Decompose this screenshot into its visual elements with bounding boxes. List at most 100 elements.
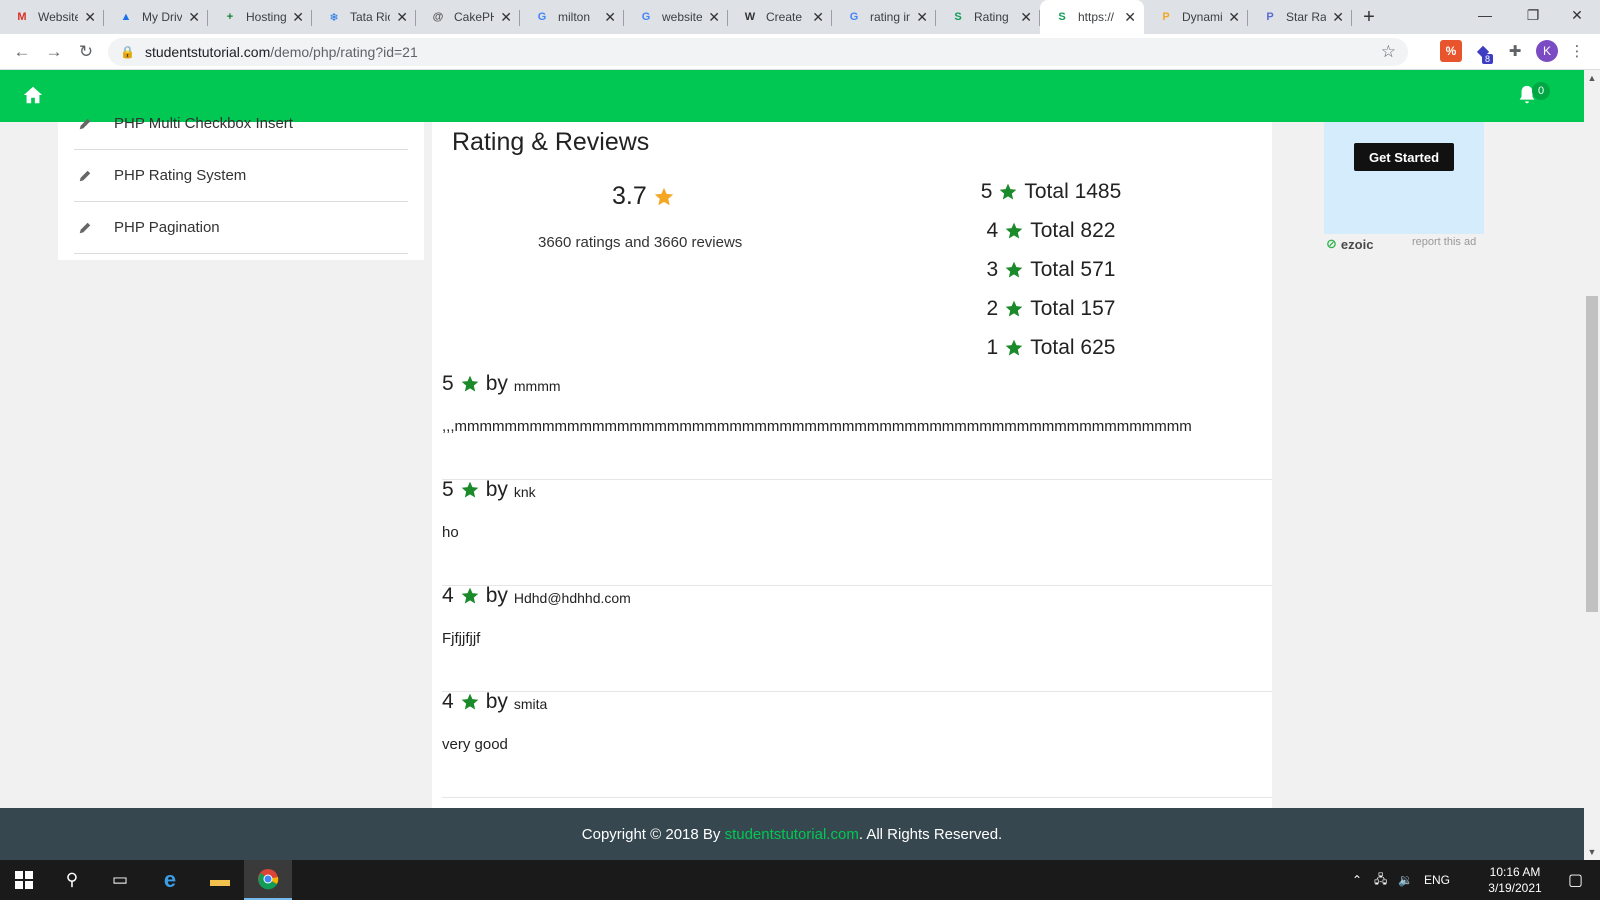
language-indicator[interactable]: ENG — [1424, 860, 1450, 900]
google-icon: G — [641, 11, 651, 23]
browser-menu-icon[interactable]: ⋮ — [1566, 40, 1588, 62]
p-icon: P — [1162, 11, 1170, 23]
report-ad-link[interactable]: report this ad — [1412, 236, 1476, 248]
breakdown-row: 5 Total 1485 — [432, 174, 1272, 210]
url-domain: studentstutorial.com — [144, 44, 271, 60]
browser-tab[interactable]: @ CakePHP ✕ — [416, 0, 520, 34]
browser-tab[interactable]: Shttps:// ✕ — [1040, 0, 1144, 34]
tab-close-icon[interactable]: ✕ — [916, 9, 928, 26]
review-item: 4 by smita very good — [442, 690, 1272, 798]
tab-separator — [1351, 10, 1352, 26]
tab-close-icon[interactable]: ✕ — [812, 9, 824, 26]
star-icon — [461, 481, 479, 498]
browser-tab[interactable]: M Website ✕ — [0, 0, 104, 34]
footer-brand-link[interactable]: studentstutorial.com — [725, 826, 859, 843]
tab-close-icon[interactable]: ✕ — [188, 9, 200, 26]
scroll-up-arrow[interactable]: ▲ — [1584, 70, 1600, 86]
tray-chevron-icon[interactable]: ⌃ — [1352, 860, 1362, 900]
browser-tab[interactable]: P Dynamic ✕ — [1144, 0, 1248, 34]
puzzle-extensions-icon[interactable]: ✚ — [1504, 40, 1526, 62]
browser-tab[interactable]: + Hosting ✕ — [208, 0, 312, 34]
clock-date: 3/19/2021 — [1488, 881, 1542, 895]
tab-close-icon[interactable]: ✕ — [1020, 9, 1032, 26]
browser-tab[interactable]: ❄ Tata Rio ✕ — [312, 0, 416, 34]
tab-title: Star Rat — [1286, 10, 1327, 24]
footer-suffix: . All Rights Reserved. — [858, 825, 1003, 843]
at-icon: @ — [432, 11, 444, 23]
scroll-thumb[interactable] — [1586, 296, 1598, 612]
breakdown-stars: 5 — [980, 180, 993, 203]
sheets-icon: + — [226, 11, 234, 23]
s-icon: S — [954, 11, 962, 23]
minimize-button[interactable]: — — [1462, 0, 1508, 30]
sidebar-item-pagination[interactable]: PHP Pagination — [74, 202, 408, 254]
review-item: 4 by Hdhd@hdhhd.com Fjfjjfjjf — [442, 584, 1272, 692]
internet-explorer-icon[interactable]: e — [146, 860, 194, 900]
sidebar-item-label: PHP Pagination — [114, 219, 220, 236]
browser-tab[interactable]: ▲ My Drive ✕ — [104, 0, 208, 34]
forward-button[interactable]: → — [38, 36, 70, 68]
s-icon: S — [1058, 11, 1066, 23]
review-text: very good — [442, 736, 508, 753]
gmail-icon: M — [17, 11, 27, 23]
tab-title: Dynamic — [1182, 10, 1223, 24]
file-explorer-icon[interactable]: ▬ — [196, 860, 244, 900]
extension-icon[interactable]: % — [1440, 40, 1462, 62]
new-tab-button[interactable]: + — [1352, 0, 1386, 34]
pencil-icon — [79, 118, 91, 129]
close-window-button[interactable]: ✕ — [1554, 0, 1600, 30]
action-center-icon[interactable]: ▢ — [1568, 860, 1583, 900]
page-title: Rating & Reviews — [452, 128, 650, 156]
clock-time: 10:16 AM — [1489, 865, 1541, 879]
sidebar-item-rating-system[interactable]: PHP Rating System — [74, 150, 408, 202]
restore-button[interactable]: ❐ — [1510, 0, 1556, 30]
tab-title: Tata Rio — [350, 10, 391, 24]
tab-close-icon[interactable]: ✕ — [604, 9, 616, 26]
address-bar[interactable]: 🔒 studentstutorial.com/demo/php/rating?i… — [108, 38, 1408, 66]
review-text: Fjfjjfjjf — [442, 630, 481, 647]
browser-tab[interactable]: S Rating ✕ — [936, 0, 1040, 34]
star-icon — [461, 693, 479, 710]
review-author: Hdhd@hdhhd.com — [513, 590, 631, 606]
search-icon[interactable]: ⚲ — [48, 860, 96, 900]
advertisement: Get Started — [1324, 122, 1484, 234]
rating-panel: Rating & Reviews 3.7 3660 ratings and 36… — [432, 122, 1272, 808]
tab-title: Create — [766, 10, 803, 24]
tab-close-icon[interactable]: ✕ — [1332, 9, 1344, 26]
breakdown-total: Total 822 — [1030, 219, 1116, 242]
tab-close-icon[interactable]: ✕ — [708, 9, 720, 26]
breakdown-stars: 3 — [986, 258, 999, 281]
windows-start-icon[interactable] — [0, 860, 48, 900]
tab-close-icon[interactable]: ✕ — [1228, 9, 1240, 26]
taskbar-clock[interactable]: 10:16 AM 3/19/2021 — [1478, 864, 1552, 896]
ezoic-logo[interactable]: ⊘ ezoic — [1326, 236, 1373, 252]
browser-tab[interactable]: Gwebsite ✕ — [624, 0, 728, 34]
tab-close-icon[interactable]: ✕ — [1124, 9, 1136, 26]
browser-tab[interactable]: P Star Rat ✕ — [1248, 0, 1352, 34]
back-button[interactable]: ← — [6, 36, 38, 68]
breakdown-stars: 1 — [986, 336, 999, 359]
tab-close-icon[interactable]: ✕ — [500, 9, 512, 26]
tab-close-icon[interactable]: ✕ — [292, 9, 304, 26]
task-view-icon[interactable]: ▭ — [96, 860, 144, 900]
breakdown-row: 4 Total 822 — [432, 213, 1272, 249]
sidebar-item-multi-checkbox[interactable]: PHP Multi Checkbox Insert — [74, 98, 408, 150]
tab-close-icon[interactable]: ✕ — [84, 9, 96, 26]
reload-button[interactable]: ↻ — [70, 36, 102, 68]
volume-icon[interactable]: 🔉 — [1398, 860, 1413, 900]
get-started-button[interactable]: Get Started — [1354, 143, 1454, 171]
star-icon — [1005, 339, 1023, 356]
browser-tab[interactable]: W Create ✕ — [728, 0, 832, 34]
tab-close-icon[interactable]: ✕ — [396, 9, 408, 26]
chrome-taskbar-icon[interactable] — [244, 860, 292, 900]
scroll-down-arrow[interactable]: ▼ — [1584, 844, 1600, 860]
browser-tab[interactable]: Gmilton ✕ — [520, 0, 624, 34]
review-by-label: by — [485, 372, 508, 395]
network-icon[interactable]: 🖧 — [1374, 860, 1387, 900]
profile-avatar[interactable]: K — [1536, 40, 1558, 62]
star-icon — [1005, 300, 1023, 317]
home-icon[interactable] — [22, 84, 44, 106]
browser-tab[interactable]: Grating in ✕ — [832, 0, 936, 34]
bookmark-star-icon[interactable]: ☆ — [1381, 42, 1396, 62]
page-scrollbar[interactable]: ▲ ▼ — [1584, 70, 1600, 860]
